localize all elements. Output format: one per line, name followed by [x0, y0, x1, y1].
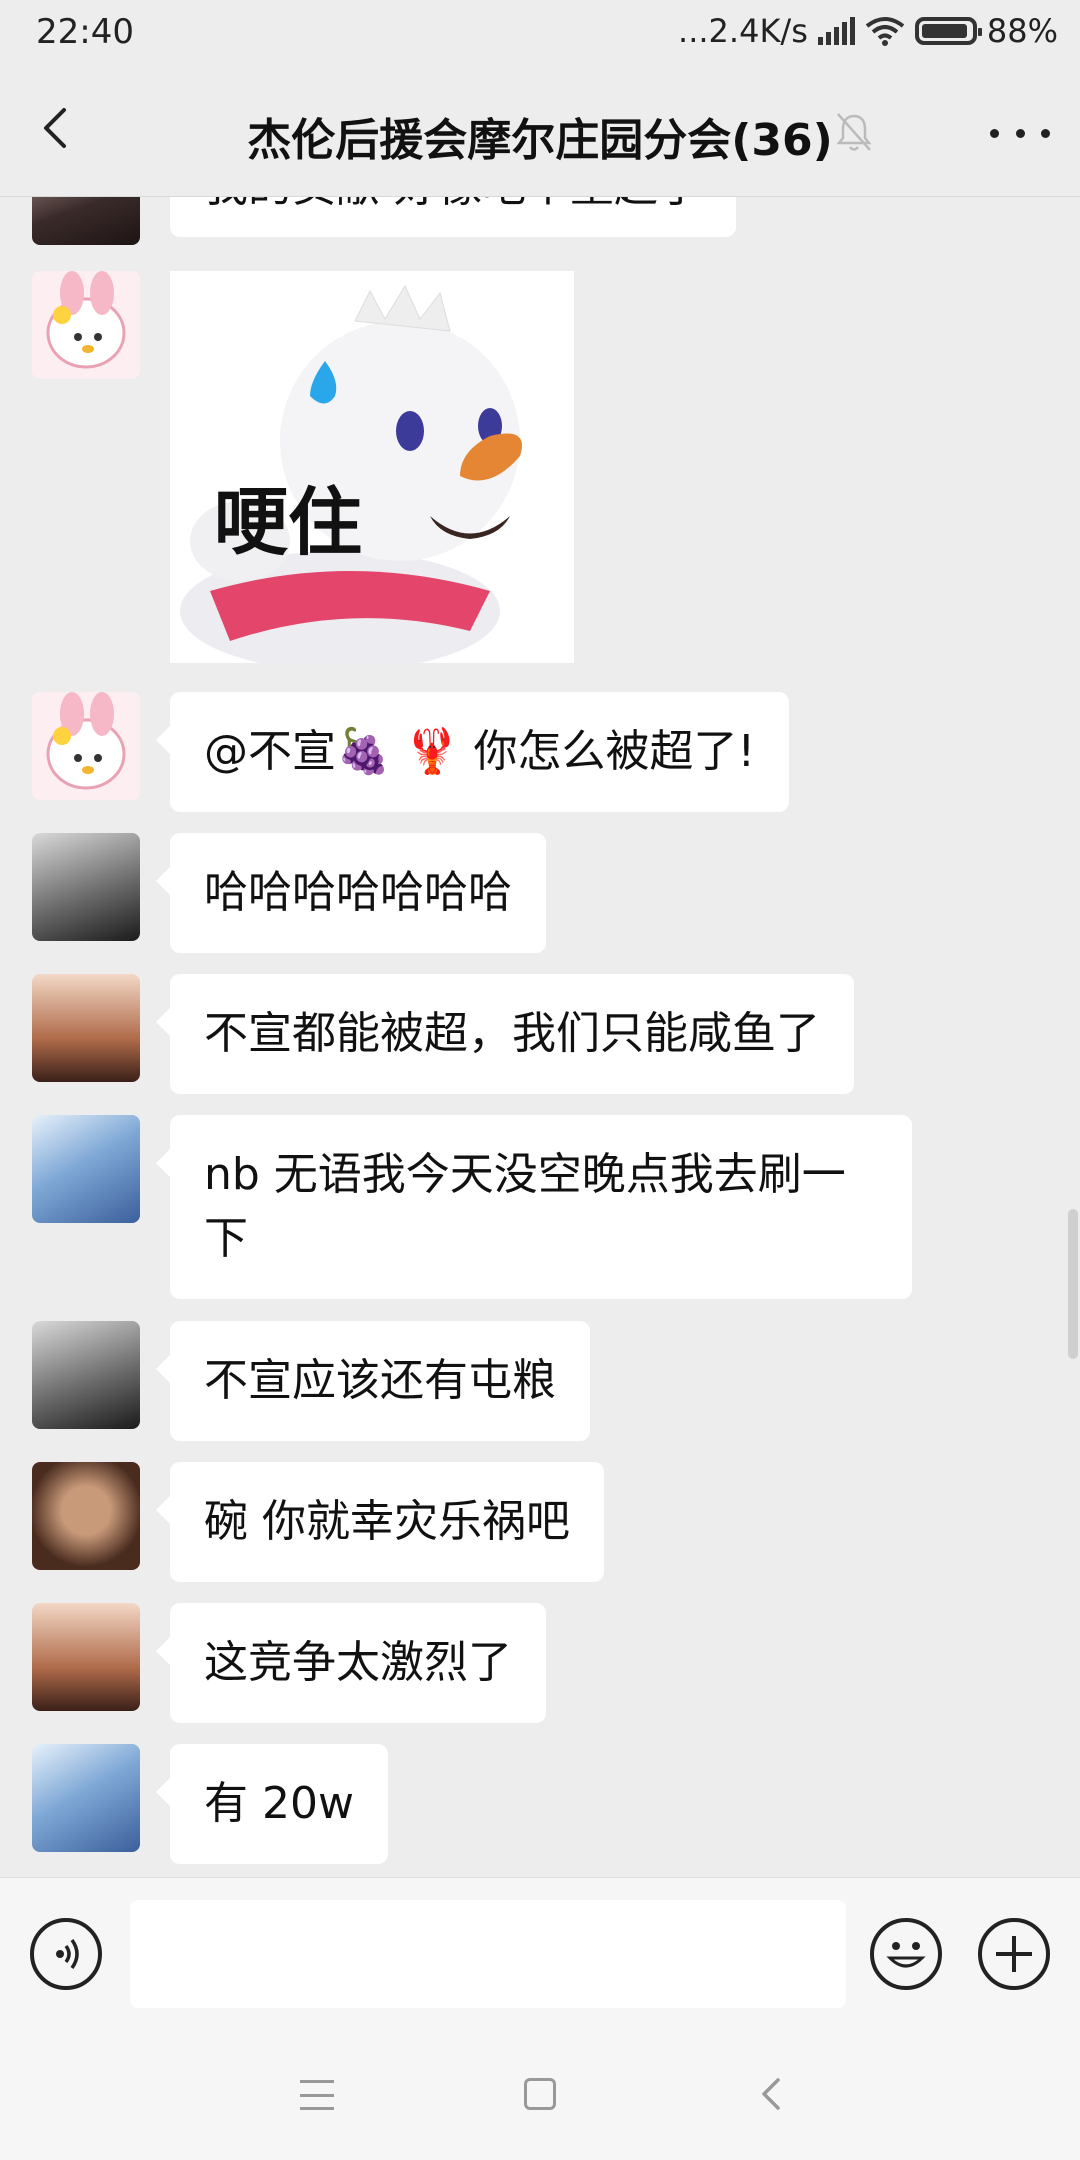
avatar[interactable] [32, 974, 140, 1082]
plus-icon [996, 1936, 1032, 1972]
message-bubble[interactable]: 我的贡献 好像吧个重超了 [170, 197, 736, 237]
smiley-icon [886, 1942, 926, 1968]
message-bubble[interactable]: 不宣应该还有屯粮 [156, 1321, 590, 1441]
message-bubble[interactable]: 不宣都能被超，我们只能咸鱼了 [156, 974, 854, 1094]
status-time: 22:40 [36, 12, 134, 52]
avatar[interactable] [32, 1115, 140, 1223]
battery-icon [914, 17, 982, 45]
melody-avatar-image [32, 271, 140, 379]
message-bubble[interactable]: 这竞争太激烈了 [156, 1603, 546, 1723]
message-bubble[interactable]: nb 无语我今天没空晚点我去刷一 下 [156, 1115, 912, 1299]
message-bubble[interactable]: 碗 你就幸灾乐祸吧 [156, 1462, 604, 1582]
status-right: ...2.4K/s 88% [678, 12, 1058, 50]
voice-input-button[interactable] [30, 1918, 102, 1990]
dot-icon [990, 128, 999, 138]
menu-line-icon [300, 2080, 334, 2083]
avatar[interactable] [32, 1744, 140, 1852]
avatar[interactable] [32, 692, 140, 800]
dot-icon [1015, 128, 1025, 138]
menu-line-icon [300, 2093, 334, 2097]
more-options-button[interactable] [990, 108, 1050, 158]
network-speed: ...2.4K/s [678, 12, 808, 50]
status-bar: 22:40 ...2.4K/s 88% [0, 0, 1080, 68]
chat-messages[interactable]: 我的贡献 好像吧个重超了 [0, 197, 1080, 1877]
avatar[interactable] [32, 833, 140, 941]
sticker-image[interactable]: 哽住 [170, 271, 574, 663]
chat-title: 杰伦后援会摩尔庄园分会(36) [247, 115, 833, 166]
recent-apps-button[interactable] [300, 2080, 334, 2110]
avatar[interactable] [32, 1603, 140, 1711]
nav-back-icon[interactable] [752, 2074, 792, 2114]
battery-level: 88% [986, 12, 1058, 50]
dot-icon [1041, 128, 1050, 138]
message-bubble[interactable]: 有 20w [156, 1744, 388, 1864]
message-bubble[interactable]: @不宣🍇 🦞 你怎么被超了! [155, 692, 790, 812]
melody-avatar-image [32, 692, 140, 800]
sticker-caption: 哽住 [214, 480, 362, 566]
message-bubble[interactable]: 哈哈哈哈哈哈哈 [156, 833, 546, 953]
avatar[interactable] [32, 1462, 140, 1570]
home-button[interactable] [524, 2078, 556, 2110]
emoji-button[interactable] [870, 1918, 942, 1990]
message-input[interactable] [130, 1900, 846, 2008]
system-nav-bar [0, 2030, 1080, 2160]
avatar[interactable] [32, 271, 140, 379]
avatar[interactable] [32, 197, 140, 245]
avatar[interactable] [32, 1321, 140, 1429]
mute-bell-icon [836, 113, 872, 151]
menu-line-icon [300, 2107, 334, 2110]
input-bar [0, 1877, 1080, 2030]
scrollbar[interactable] [1068, 1209, 1078, 1359]
wifi-icon [865, 17, 905, 46]
more-functions-button[interactable] [978, 1918, 1050, 1990]
voice-icon [56, 1938, 79, 1970]
chat-header: 杰伦后援会摩尔庄园分会(36) [0, 68, 1080, 197]
signal-icon [817, 17, 855, 45]
